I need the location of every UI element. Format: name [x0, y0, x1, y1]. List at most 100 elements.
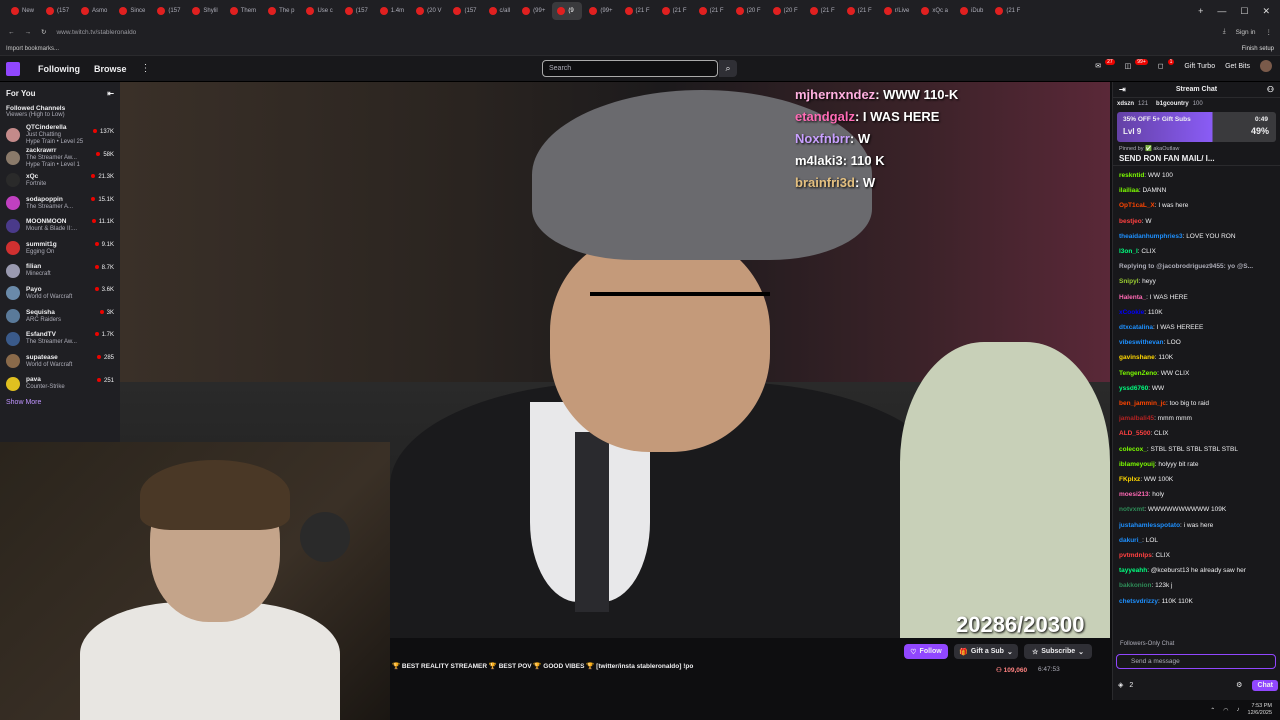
- sidebar-channel[interactable]: xQc Fortnite 21.3K: [0, 169, 120, 192]
- chat-message[interactable]: FKplxz: WW 100K: [1119, 472, 1274, 487]
- chat-message[interactable]: ben_jammin_jc: too big to raid: [1119, 396, 1274, 411]
- chat-username[interactable]: moesi213: [1119, 491, 1149, 498]
- chat-message[interactable]: iblameyouij: holyyy bit rate: [1119, 457, 1274, 472]
- chat-username[interactable]: iblameyouij: [1119, 461, 1155, 468]
- gifter-entry[interactable]: b1gcountry 100: [1156, 101, 1203, 107]
- browser-tab[interactable]: (21 F: [657, 2, 692, 20]
- chat-username[interactable]: notvxmt: [1119, 506, 1144, 513]
- show-more-link[interactable]: Show More: [0, 395, 120, 410]
- sidebar-channel[interactable]: QTCinderella Just Chatting Hype Train • Le…: [0, 124, 120, 147]
- following-link[interactable]: Following: [38, 64, 80, 74]
- collapse-chat-icon[interactable]: ⇥: [1119, 85, 1126, 94]
- forward-icon[interactable]: →: [25, 29, 32, 36]
- maximize-icon[interactable]: ☐: [1240, 6, 1248, 17]
- chat-username[interactable]: ben_jammin_jc: [1119, 400, 1166, 407]
- sidebar-channel[interactable]: pava Counter-Strike 251: [0, 373, 120, 396]
- chat-username[interactable]: tayyeahh: [1119, 567, 1147, 574]
- browser-tab[interactable]: Use c: [301, 2, 337, 20]
- chat-username[interactable]: ilailiaa: [1119, 187, 1139, 194]
- chat-username[interactable]: gavinshane: [1119, 354, 1155, 361]
- browser-tab[interactable]: Since: [114, 2, 150, 20]
- chat-send-button[interactable]: Chat: [1252, 679, 1278, 691]
- chat-username[interactable]: FKplxz: [1119, 476, 1140, 483]
- browser-tab[interactable]: (21 F: [694, 2, 729, 20]
- chat-username[interactable]: chetsvdrizzy: [1119, 598, 1158, 605]
- sidebar-channel[interactable]: zackrawrr The Streamer Aw... Hype Train • …: [0, 147, 120, 170]
- sidebar-channel[interactable]: summit1g Egging On 9.1K: [0, 237, 120, 260]
- chat-message[interactable]: gavinshane: 110K: [1119, 350, 1274, 365]
- hype-train-banner[interactable]: 35% OFF 5+ Gift Subs Lvl 9 0:49 49%: [1117, 112, 1276, 142]
- browser-tab[interactable]: (20 F: [768, 2, 803, 20]
- browse-link[interactable]: Browse: [94, 64, 127, 74]
- browser-tab[interactable]: xQc a: [916, 2, 953, 20]
- gift-turbo-button[interactable]: Gift Turbo: [1184, 63, 1215, 70]
- chat-username[interactable]: xCookie: [1119, 309, 1144, 316]
- chat-message[interactable]: dakuri_: LOL: [1119, 533, 1274, 548]
- browser-tab[interactable]: r/Live: [879, 2, 915, 20]
- sidebar-channel[interactable]: Payo World of Warcraft 3.6K: [0, 282, 120, 305]
- browser-tab[interactable]: 1.4m: [375, 2, 409, 20]
- browser-tab[interactable]: (9: [552, 2, 583, 20]
- browser-tab[interactable]: (21 F: [805, 2, 840, 20]
- chat-username[interactable]: yssd6760: [1119, 385, 1148, 392]
- settings-icon[interactable]: ⚙: [1236, 681, 1242, 689]
- notifications-icon[interactable]: ◫: [1125, 62, 1132, 70]
- browser-tab[interactable]: The p: [263, 2, 299, 20]
- new-tab-icon[interactable]: +: [1198, 6, 1203, 17]
- channel-points-icon[interactable]: ◈: [1118, 681, 1123, 689]
- download-icon[interactable]: ⤓: [1223, 28, 1226, 36]
- browser-tab[interactable]: (20 F: [731, 2, 766, 20]
- chat-message[interactable]: dtxcatalina: I WAS HEREEE: [1119, 320, 1274, 335]
- sidebar-channel[interactable]: Sequisha ARC Raiders 3K: [0, 305, 120, 328]
- sign-in-button[interactable]: Sign in: [1236, 29, 1256, 36]
- whispers-icon[interactable]: ◻: [1158, 62, 1164, 70]
- minimize-icon[interactable]: —: [1217, 6, 1226, 17]
- chat-message[interactable]: Halenta_: I WAS HERE: [1119, 290, 1274, 305]
- browser-tab[interactable]: (99+: [584, 2, 617, 20]
- back-icon[interactable]: ←: [8, 29, 15, 36]
- chat-message[interactable]: TengenZeno: WW CLIX: [1119, 366, 1274, 381]
- sidebar-channel[interactable]: sodapoppin The Streamer A... 15.1K: [0, 192, 120, 215]
- chat-message[interactable]: justahamlesspotato: i was here: [1119, 518, 1274, 533]
- twitch-logo-icon[interactable]: [6, 61, 20, 76]
- chat-message[interactable]: vibeswithevan: LOO: [1119, 335, 1274, 350]
- browser-tab[interactable]: New: [6, 2, 39, 20]
- chat-message[interactable]: tayyeahh: @kceburst13 he already saw her: [1119, 563, 1274, 578]
- browser-tab[interactable]: iDub: [955, 2, 988, 20]
- user-avatar[interactable]: [1260, 60, 1272, 72]
- browser-tab[interactable]: c/all: [484, 2, 516, 20]
- chat-message[interactable]: pvtmdnlps: CLIX: [1119, 548, 1274, 563]
- chat-username[interactable]: l3on_l: [1119, 248, 1138, 255]
- chat-message[interactable]: chetsvdrizzy: 110K 110K: [1119, 594, 1274, 609]
- sidebar-channel[interactable]: EsfandTV The Streamer Aw... 1.7K: [0, 327, 120, 350]
- browser-tab[interactable]: Them: [225, 2, 261, 20]
- chat-message[interactable]: bestjeo: W: [1119, 214, 1274, 229]
- browser-tab[interactable]: (157: [340, 2, 373, 20]
- get-bits-button[interactable]: Get Bits: [1225, 63, 1250, 70]
- chat-message[interactable]: ALD_5500: CLIX: [1119, 426, 1274, 441]
- menu-icon[interactable]: ⋮: [1266, 28, 1273, 36]
- browser-tab[interactable]: (21 F: [620, 2, 655, 20]
- chat-message[interactable]: Replying to @jacobrodriguez9455: yo @S..…: [1119, 259, 1274, 274]
- browser-tab[interactable]: (157: [152, 2, 185, 20]
- gift-sub-button[interactable]: 🎁 Gift a Sub ⌄: [954, 644, 1018, 659]
- chat-message[interactable]: OpT1caL_X: I was here: [1119, 198, 1274, 213]
- subscribe-button[interactable]: ☆ Subscribe ⌄: [1024, 644, 1092, 659]
- volume-icon[interactable]: ♪: [1237, 707, 1240, 713]
- chat-message[interactable]: moesi213: holy: [1119, 487, 1274, 502]
- chat-username[interactable]: ALD_5500: [1119, 430, 1150, 437]
- chat-message[interactable]: theaidanhumphries3: LOVE YOU RON: [1119, 229, 1274, 244]
- chat-message[interactable]: l3on_l: CLIX: [1119, 244, 1274, 259]
- chat-message[interactable]: ilailiaa: DAMNN: [1119, 183, 1274, 198]
- import-bookmarks-link[interactable]: Import bookmarks...: [6, 46, 59, 52]
- sidebar-channel[interactable]: filian Minecraft 8.7K: [0, 260, 120, 283]
- close-icon[interactable]: ✕: [1262, 6, 1270, 17]
- browser-tab[interactable]: (20 V: [411, 2, 446, 20]
- collapse-icon[interactable]: ⇤: [107, 89, 114, 98]
- inbox-icon[interactable]: ✉: [1095, 62, 1101, 70]
- more-icon[interactable]: ⋮: [141, 63, 151, 74]
- clock[interactable]: 7:53 PM 12/6/2025: [1248, 703, 1272, 717]
- chat-message[interactable]: jamalbali45: mmm mmm: [1119, 411, 1274, 426]
- chat-username[interactable]: theaidanhumphries3: [1119, 233, 1183, 240]
- users-icon[interactable]: ⚇: [1267, 85, 1274, 94]
